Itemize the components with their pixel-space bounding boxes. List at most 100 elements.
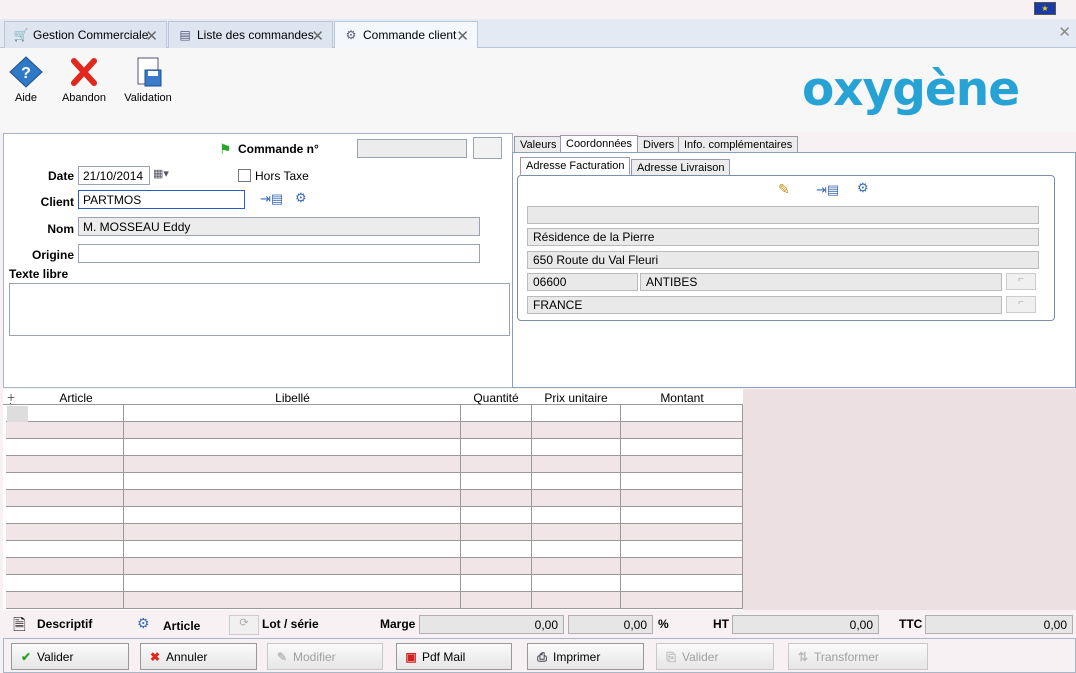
marge-percent-value: 0,00: [568, 615, 653, 634]
client-settings-icon[interactable]: ⚙: [295, 190, 307, 206]
table-row[interactable]: [6, 473, 743, 490]
checkmark-icon: ✔: [20, 650, 32, 664]
ttc-value: 0,00: [925, 615, 1073, 634]
row-selector[interactable]: [7, 406, 28, 422]
tab-adresse-facturation[interactable]: Adresse Facturation: [520, 157, 631, 175]
close-icon[interactable]: ✕: [145, 27, 158, 45]
origine-field[interactable]: [78, 244, 480, 263]
svg-text:?: ?: [21, 65, 31, 82]
list-icon: ▤: [179, 28, 191, 42]
table-row[interactable]: [6, 439, 743, 456]
help-button[interactable]: ? Aide: [6, 56, 46, 104]
tab-commande-client[interactable]: ⚙ Commande client ✕: [334, 21, 478, 48]
address-line-2[interactable]: Résidence de la Pierre: [527, 228, 1039, 246]
select-address-icon[interactable]: ⇥▤: [816, 182, 839, 198]
tab-adresse-livraison[interactable]: Adresse Livraison: [631, 159, 731, 176]
col-montant[interactable]: Montant: [621, 391, 743, 405]
origine-label: Origine: [31, 248, 74, 262]
col-article[interactable]: Article: [28, 391, 124, 405]
article-label[interactable]: Article: [163, 619, 200, 633]
oxygene-logo: oxygène: [802, 62, 1020, 117]
table-row[interactable]: [6, 507, 743, 524]
address-line-3[interactable]: 650 Route du Val Fleuri: [527, 251, 1039, 269]
city-field[interactable]: ANTIBES: [640, 273, 1002, 291]
marge-value: 0,00: [419, 615, 564, 634]
printer-icon: ⎙: [537, 650, 547, 664]
article-settings-icon[interactable]: ⚙: [137, 615, 150, 632]
texte-libre-textarea[interactable]: [9, 283, 510, 336]
address-line-1[interactable]: [527, 206, 1039, 224]
table-row[interactable]: [6, 592, 743, 609]
cart-icon: 🛒: [13, 28, 29, 42]
lot-serie-icon: ⟳: [229, 615, 259, 635]
eu-flag-icon[interactable]: ★: [1034, 2, 1056, 15]
annuler-button[interactable]: ✖ Annuler: [140, 643, 257, 670]
valider-secondary-button[interactable]: ⎘ Valider: [656, 643, 774, 670]
date-field[interactable]: 21/10/2014: [78, 166, 150, 185]
grid-divider: [123, 405, 124, 609]
validation-button[interactable]: Validation: [122, 56, 174, 104]
table-row[interactable]: [6, 405, 743, 422]
tab-valeurs[interactable]: Valeurs: [514, 136, 563, 153]
pencil-icon[interactable]: ✎: [778, 181, 790, 198]
date-label: Date: [47, 169, 74, 183]
document-tabbar: 🛒 Gestion Commerciale ✕ ▤ Liste des comman…: [0, 19, 1076, 48]
postal-code-field[interactable]: 06600: [527, 273, 638, 291]
col-prix-unitaire[interactable]: Prix unitaire: [531, 391, 621, 405]
commande-lookup-button[interactable]: [473, 137, 502, 159]
grid-divider: [742, 405, 743, 609]
country-field[interactable]: FRANCE: [527, 296, 1002, 314]
table-row[interactable]: [6, 575, 743, 592]
tab-coordonnees[interactable]: Coordonnées: [560, 135, 639, 153]
help-icon: ?: [9, 56, 43, 88]
ht-label: HT: [713, 617, 729, 631]
commande-number-field[interactable]: [357, 139, 467, 158]
table-row[interactable]: [6, 541, 743, 558]
ttc-label: TTC: [899, 617, 923, 631]
tab-liste-commandes[interactable]: ▤ Liste des commandes ✕: [168, 21, 333, 48]
city-lookup-button[interactable]: ⌐: [1006, 273, 1036, 290]
calendar-icon[interactable]: ▦▾: [153, 167, 169, 180]
add-column-icon[interactable]: +̣: [7, 389, 15, 405]
document-icon[interactable]: 🗎: [13, 614, 26, 641]
nom-field[interactable]: M. MOSSEAU Eddy: [78, 217, 480, 236]
abandon-button[interactable]: Abandon: [60, 56, 108, 104]
pencil-icon: ✎: [276, 650, 288, 664]
close-icon[interactable]: ✕: [456, 27, 469, 45]
table-row[interactable]: [6, 524, 743, 541]
marge-label: Marge: [380, 617, 416, 631]
cross-icon: [71, 58, 97, 86]
tab-gestion-commerciale[interactable]: 🛒 Gestion Commerciale ✕: [4, 21, 167, 48]
descriptif-label[interactable]: Descriptif: [37, 617, 92, 631]
window-close-icon[interactable]: ✕: [1058, 23, 1071, 41]
pdf-mail-button[interactable]: ▣ Pdf Mail: [396, 643, 512, 670]
cross-icon: ✖: [149, 650, 161, 664]
table-row[interactable]: [6, 490, 743, 507]
save-document-icon: [137, 57, 162, 87]
grid-divider: [460, 405, 461, 609]
country-lookup-button[interactable]: ⌐: [1006, 296, 1036, 313]
col-libelle[interactable]: Libellé: [124, 391, 461, 405]
commande-label: Commande n°: [238, 142, 319, 156]
col-quantite[interactable]: Quantité: [461, 391, 531, 405]
lot-serie-label: Lot / série: [262, 617, 319, 631]
select-list-icon[interactable]: ⇥▤: [260, 191, 283, 207]
client-field[interactable]: PARTMOS: [78, 190, 245, 209]
tab-divers[interactable]: Divers: [637, 136, 681, 153]
transformer-button[interactable]: ⇅ Transformer: [788, 643, 928, 670]
flag-icon: ⚑: [219, 141, 232, 157]
valider-button[interactable]: ✔ Valider: [11, 643, 129, 670]
modifier-button[interactable]: ✎ Modifier: [267, 643, 383, 670]
table-row[interactable]: [6, 456, 743, 473]
client-label: Client: [40, 195, 74, 209]
hors-taxe-checkbox[interactable]: [238, 169, 251, 182]
texte-libre-label: Texte libre: [9, 267, 69, 281]
toolbar: ? Aide Abandon Validation oxygène: [0, 48, 1076, 132]
table-row[interactable]: [6, 558, 743, 575]
table-row[interactable]: [6, 422, 743, 439]
grid-divider: [620, 405, 621, 609]
imprimer-button[interactable]: ⎙ Imprimer: [527, 643, 644, 670]
address-settings-icon[interactable]: ⚙: [857, 180, 869, 196]
close-icon[interactable]: ✕: [311, 27, 324, 45]
tab-info-complementaires[interactable]: Info. complémentaires: [678, 136, 799, 153]
